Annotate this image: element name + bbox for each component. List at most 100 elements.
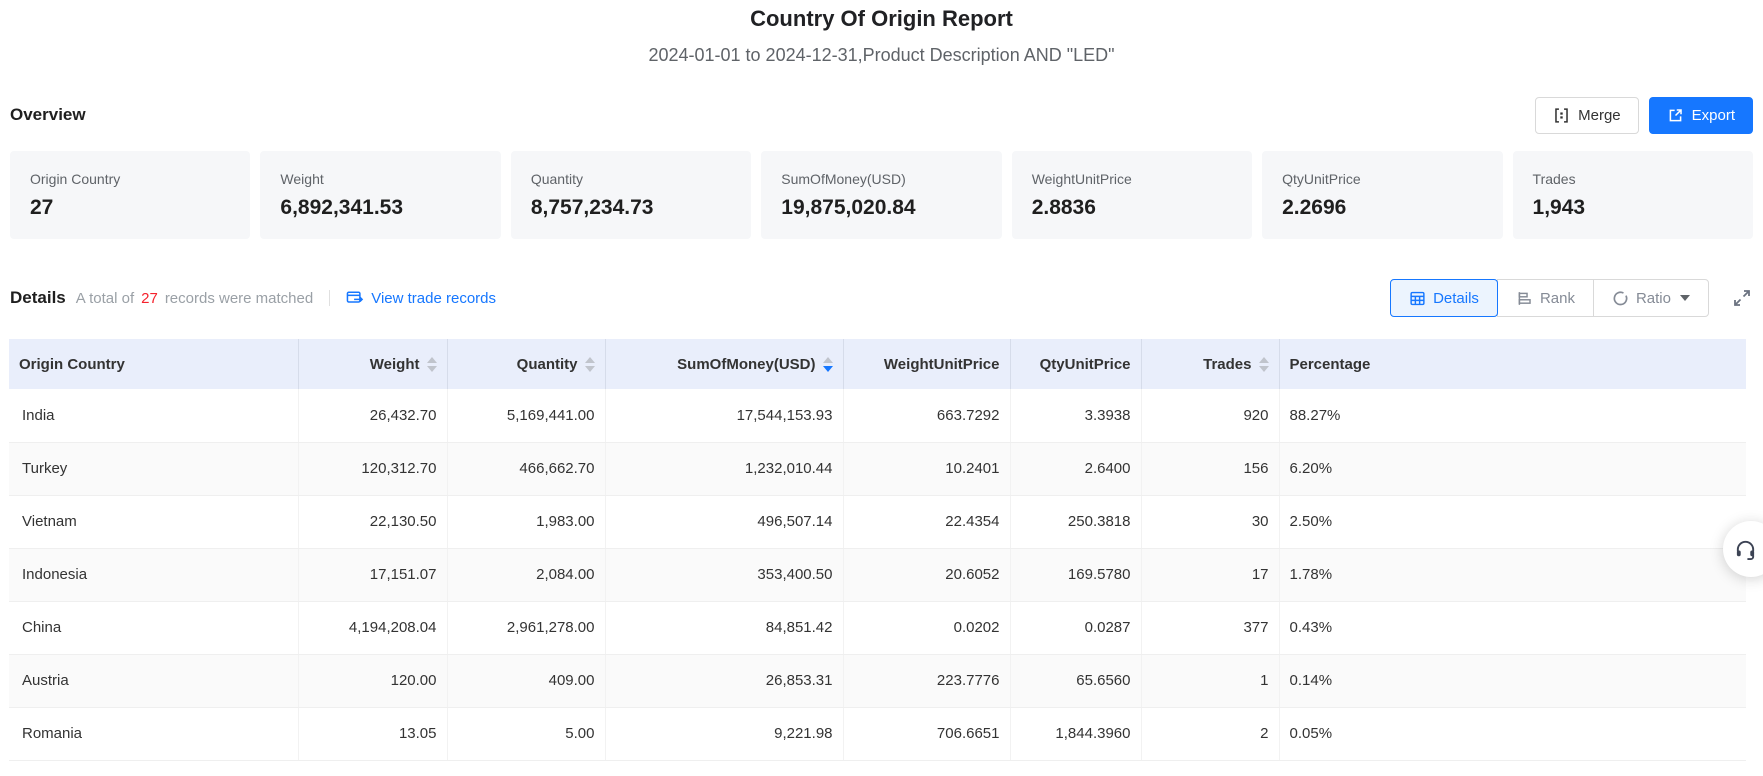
sort-asc-caret-icon — [1259, 357, 1269, 363]
stat-card-weight: Weight 6,892,341.53 — [260, 151, 500, 239]
table-row-turkey: Turkey120,312.70466,662.701,232,010.4410… — [9, 442, 1746, 495]
column-header-label: Percentage — [1290, 356, 1371, 373]
cell-trades: 2 — [1141, 707, 1279, 760]
sort-control[interactable] — [823, 357, 833, 372]
column-header-label: WeightUnitPrice — [884, 356, 1000, 373]
stat-card-origin-country: Origin Country27 — [10, 151, 250, 239]
cell-origin-country: India — [9, 389, 298, 442]
column-header-origin-country: Origin Country — [9, 339, 298, 389]
trade-records-icon — [346, 290, 364, 306]
cell-origin-country: Vietnam — [9, 495, 298, 548]
tab-ratio-label: Ratio — [1636, 290, 1671, 307]
stat-card-sumofmoney-usd: SumOfMoney(USD)19,875,020.84 — [761, 151, 1001, 239]
cell-percentage: 2.50% — [1279, 495, 1746, 548]
stat-card-value: 8,757,234.73 — [531, 196, 731, 220]
matched-suffix-text: records were matched — [165, 290, 313, 307]
stat-card-value: 1,943 — [1533, 196, 1733, 220]
cell-quantity: 2,961,278.00 — [447, 601, 605, 654]
merge-button-label: Merge — [1578, 107, 1621, 124]
cell-qtyunitprice: 1,844.3960 — [1010, 707, 1141, 760]
cell-percentage: 0.05% — [1279, 707, 1746, 760]
table-grid-icon — [1409, 290, 1426, 307]
sort-desc-caret-icon — [585, 366, 595, 372]
cell-weight: 22,130.50 — [298, 495, 447, 548]
view-trade-records-link[interactable]: View trade records — [346, 290, 496, 307]
chevron-down-icon — [1680, 295, 1690, 301]
cell-qtyunitprice: 250.3818 — [1010, 495, 1141, 548]
column-header-label: Weight — [370, 356, 420, 373]
cell-sumofmoney-usd: 1,232,010.44 — [605, 442, 843, 495]
cell-sumofmoney-usd: 84,851.42 — [605, 601, 843, 654]
overview-section-title: Overview — [10, 105, 86, 125]
stat-card-value: 6,892,341.53 — [280, 196, 480, 220]
origin-country-table: Origin Country Weight Quantity SumOfMoney(U… — [9, 339, 1746, 761]
tab-details-label: Details — [1433, 290, 1479, 307]
cell-quantity: 1,983.00 — [447, 495, 605, 548]
table-row-romania: Romania13.055.009,221.98706.66511,844.39… — [9, 707, 1746, 760]
tab-ratio[interactable]: Ratio — [1593, 279, 1709, 317]
export-button[interactable]: Export — [1649, 97, 1753, 134]
cell-qtyunitprice: 0.0287 — [1010, 601, 1141, 654]
cell-trades: 156 — [1141, 442, 1279, 495]
stat-card-label: Weight — [280, 171, 480, 187]
merge-button[interactable]: Merge — [1535, 97, 1639, 134]
cell-trades: 30 — [1141, 495, 1279, 548]
cell-weightunitprice: 10.2401 — [843, 442, 1010, 495]
column-header-weight[interactable]: Weight — [298, 339, 447, 389]
matched-count: 27 — [141, 290, 158, 307]
export-button-label: Export — [1692, 107, 1735, 124]
stat-card-weightunitprice: WeightUnitPrice2.8836 — [1012, 151, 1252, 239]
cell-qtyunitprice: 169.5780 — [1010, 548, 1141, 601]
cell-origin-country: Turkey — [9, 442, 298, 495]
cell-percentage: 6.20% — [1279, 442, 1746, 495]
cell-weight: 120,312.70 — [298, 442, 447, 495]
sort-control[interactable] — [585, 357, 595, 372]
fullscreen-icon[interactable] — [1731, 287, 1753, 309]
sort-asc-caret-icon — [585, 357, 595, 363]
cell-sumofmoney-usd: 9,221.98 — [605, 707, 843, 760]
cell-percentage: 1.78% — [1279, 548, 1746, 601]
column-header-trades[interactable]: Trades — [1141, 339, 1279, 389]
bar-rank-icon — [1516, 290, 1533, 307]
column-header-label: SumOfMoney(USD) — [677, 356, 815, 373]
tab-details[interactable]: Details — [1390, 279, 1498, 317]
tab-rank[interactable]: Rank — [1497, 279, 1594, 317]
sort-control[interactable] — [1259, 357, 1269, 372]
cell-weight: 4,194,208.04 — [298, 601, 447, 654]
overview-actions: Merge Export — [1535, 97, 1753, 134]
stat-card-label: QtyUnitPrice — [1282, 171, 1482, 187]
table-row-indonesia: Indonesia17,151.072,084.00353,400.5020.6… — [9, 548, 1746, 601]
view-mode-segmented-control: Details Rank Ratio — [1390, 279, 1709, 317]
cell-weight: 120.00 — [298, 654, 447, 707]
table-row-austria: Austria120.00409.0026,853.31223.777665.6… — [9, 654, 1746, 707]
column-header-sumofmoney-usd[interactable]: SumOfMoney(USD) — [605, 339, 843, 389]
cell-quantity: 5.00 — [447, 707, 605, 760]
stat-card-qtyunitprice: QtyUnitPrice 2.2696 — [1262, 151, 1502, 239]
cell-percentage: 88.27% — [1279, 389, 1746, 442]
cell-weight: 17,151.07 — [298, 548, 447, 601]
stat-card-label: Origin Country — [30, 171, 230, 187]
stat-card-trades: Trades1,943 — [1513, 151, 1753, 239]
sort-asc-caret-icon — [427, 357, 437, 363]
headset-icon — [1734, 538, 1757, 561]
cell-quantity: 409.00 — [447, 654, 605, 707]
tab-rank-label: Rank — [1540, 290, 1575, 307]
page-title: Country Of Origin Report — [0, 6, 1763, 32]
cell-origin-country: Romania — [9, 707, 298, 760]
sort-desc-caret-icon — [823, 366, 833, 372]
column-header-label: Quantity — [517, 356, 578, 373]
stat-card-label: WeightUnitPrice — [1032, 171, 1232, 187]
cell-sumofmoney-usd: 496,507.14 — [605, 495, 843, 548]
column-header-qtyunitprice: QtyUnitPrice — [1010, 339, 1141, 389]
cell-weightunitprice: 663.7292 — [843, 389, 1010, 442]
cell-percentage: 0.14% — [1279, 654, 1746, 707]
table-row-china: China4,194,208.042,961,278.0084,851.420.… — [9, 601, 1746, 654]
sort-control[interactable] — [427, 357, 437, 372]
column-header-quantity[interactable]: Quantity — [447, 339, 605, 389]
cell-qtyunitprice: 3.3938 — [1010, 389, 1141, 442]
table-header-row: Origin Country Weight Quantity SumOfMoney(U… — [9, 339, 1746, 389]
cell-weight: 13.05 — [298, 707, 447, 760]
stat-card-value: 2.2696 — [1282, 196, 1482, 220]
view-trade-records-label: View trade records — [371, 290, 496, 307]
cell-percentage: 0.43% — [1279, 601, 1746, 654]
